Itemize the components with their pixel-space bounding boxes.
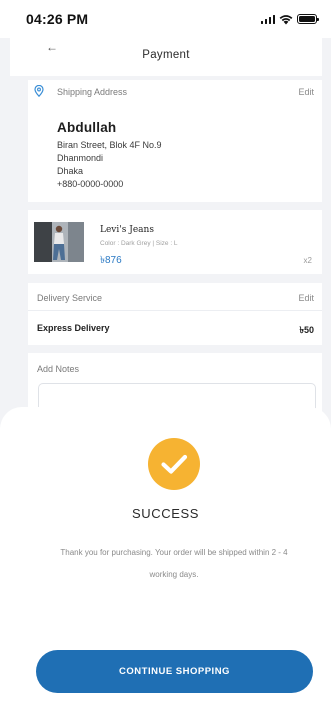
address-line: Biran Street, Blok 4F No.9 [57,140,162,150]
product-thumbnail [34,222,84,262]
delivery-option-price: ৳50 [299,325,315,335]
product-name: Levi's Jeans [100,225,154,235]
success-bottom-sheet: SUCCESS Thank you for purchasing. Your o… [0,407,331,706]
success-check-icon [148,438,200,490]
status-bar: 04:26 PM [0,0,331,38]
signal-icon [260,14,275,24]
divider [28,310,322,311]
product-item: Levi's Jeans Color : Dark Grey | Size : … [28,210,322,274]
shipping-address-label: Shipping Address [57,87,128,97]
continue-shopping-button[interactable]: CONTINUE SHOPPING [36,650,313,693]
recipient-name: Abdullah [57,120,117,135]
location-pin-icon [34,85,44,97]
address-line: Dhaka [57,166,84,176]
status-icons [260,14,320,25]
product-quantity: x2 [303,256,312,265]
delivery-service-card: Delivery Service Edit Express Delivery ৳… [28,283,322,345]
shipping-address-card: Shipping Address Edit Abdullah Biran Str… [28,80,322,202]
product-attributes: Color : Dark Grey | Size : L [100,240,178,247]
delivery-service-label: Delivery Service [37,293,103,303]
address-line: Dhanmondi [57,153,104,163]
page-title: Payment [142,49,190,61]
wifi-icon [279,14,293,24]
success-message: Thank you for purchasing. Your order wil… [60,548,288,579]
add-notes-label: Add Notes [37,364,80,374]
payment-screen: 04:26 PM ← Payment Shipping Address Edit… [0,0,331,706]
delivery-edit-link[interactable]: Edit [298,293,314,303]
header: ← Payment [10,38,322,76]
success-title: SUCCESS [131,506,200,521]
shipping-edit-link[interactable]: Edit [298,87,314,97]
battery-icon [297,14,320,24]
status-time: 04:26 PM [26,11,89,27]
product-price: ৳876 [100,255,122,266]
phone-number: +880-0000-0000 [57,179,124,189]
delivery-option-name: Express Delivery [37,323,110,333]
